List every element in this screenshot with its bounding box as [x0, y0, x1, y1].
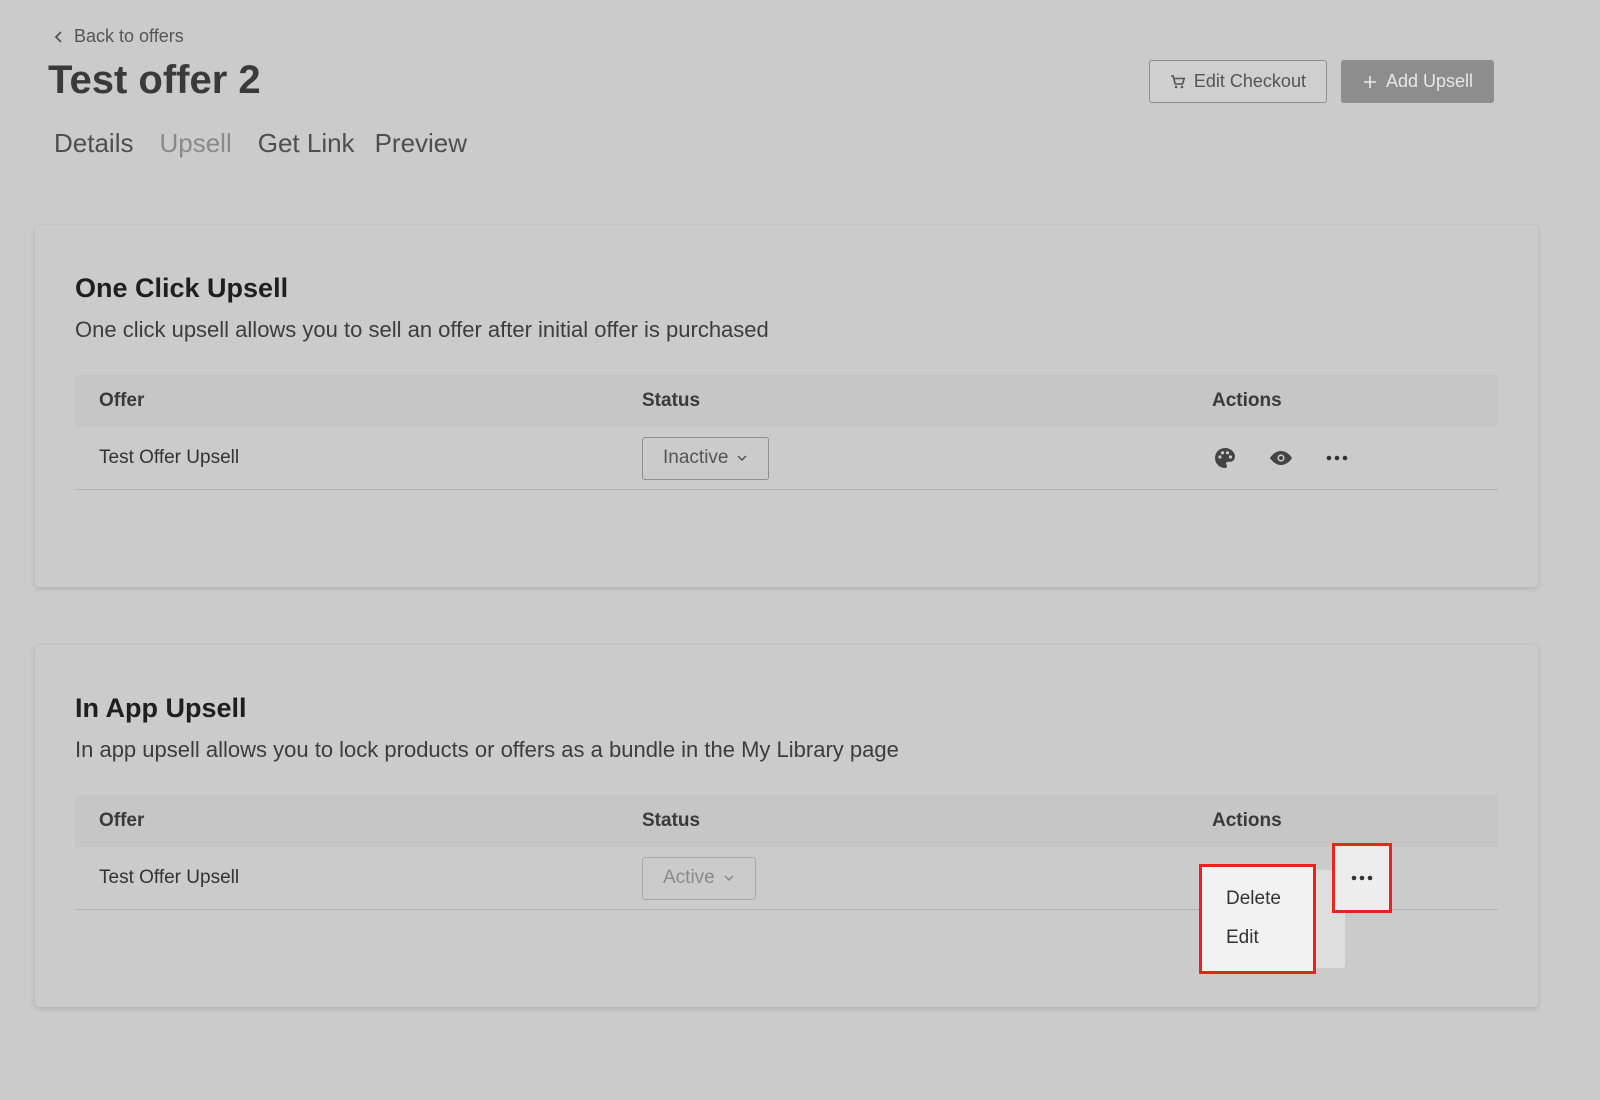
cart-icon	[1170, 74, 1186, 88]
column-header-actions: Actions	[1212, 810, 1282, 831]
palette-icon[interactable]	[1212, 445, 1238, 471]
back-to-offers-link[interactable]: Back to offers	[52, 26, 184, 47]
one-click-upsell-table: Offer Status Actions Test Offer Upsell I…	[75, 375, 1498, 490]
eye-icon[interactable]	[1268, 445, 1294, 471]
edit-checkout-button[interactable]: Edit Checkout	[1148, 60, 1327, 103]
header-actions: Edit Checkout Add Upsell	[1148, 60, 1494, 103]
column-header-status: Status	[642, 390, 701, 411]
tab-details[interactable]: Details	[54, 128, 133, 159]
chevron-down-icon	[724, 875, 734, 882]
column-header-actions: Actions	[1212, 390, 1282, 411]
table-header: Offer Status Actions	[75, 375, 1498, 427]
one-click-upsell-card: One Click Upsell One click upsell allows…	[35, 225, 1538, 587]
in-app-upsell-description: In app upsell allows you to lock product…	[75, 737, 899, 762]
menu-item-delete[interactable]: Delete	[1202, 883, 1313, 922]
offer-tabs: Details Upsell Get Link Preview	[54, 128, 467, 159]
in-app-upsell-title: In App Upsell	[75, 693, 247, 723]
tab-upsell[interactable]: Upsell	[159, 128, 231, 159]
more-actions-button[interactable]	[1332, 843, 1392, 913]
back-link-label: Back to offers	[74, 26, 184, 46]
plus-icon	[1363, 75, 1376, 88]
status-value: Active	[663, 867, 715, 888]
one-click-upsell-description: One click upsell allows you to sell an o…	[75, 317, 769, 342]
edit-checkout-label: Edit Checkout	[1193, 71, 1306, 91]
page-title: Test offer 2	[48, 58, 261, 102]
offer-name: Test Offer Upsell	[99, 447, 240, 468]
status-select[interactable]: Active	[642, 856, 756, 900]
offer-name: Test Offer Upsell	[99, 867, 240, 888]
actions-dropdown-menu: Delete Edit	[1199, 864, 1316, 974]
chevron-down-icon	[737, 455, 748, 462]
more-horizontal-icon[interactable]	[1324, 445, 1350, 471]
add-upsell-button[interactable]: Add Upsell	[1340, 60, 1494, 103]
column-header-offer: Offer	[99, 810, 145, 831]
tab-get-link[interactable]: Get Link	[258, 128, 355, 159]
chevron-left-icon	[54, 30, 62, 43]
add-upsell-label: Add Upsell	[1385, 71, 1473, 91]
column-header-status: Status	[642, 810, 701, 831]
tab-preview[interactable]: Preview	[375, 128, 467, 159]
table-header: Offer Status Actions	[75, 795, 1498, 847]
status-value: Inactive	[663, 447, 729, 468]
one-click-upsell-title: One Click Upsell	[75, 273, 289, 303]
menu-item-edit[interactable]: Edit	[1202, 922, 1313, 961]
status-select[interactable]: Inactive	[642, 436, 770, 480]
more-horizontal-icon	[1351, 875, 1373, 881]
column-header-offer: Offer	[99, 390, 145, 411]
table-row: Test Offer Upsell Inactive	[75, 427, 1498, 490]
